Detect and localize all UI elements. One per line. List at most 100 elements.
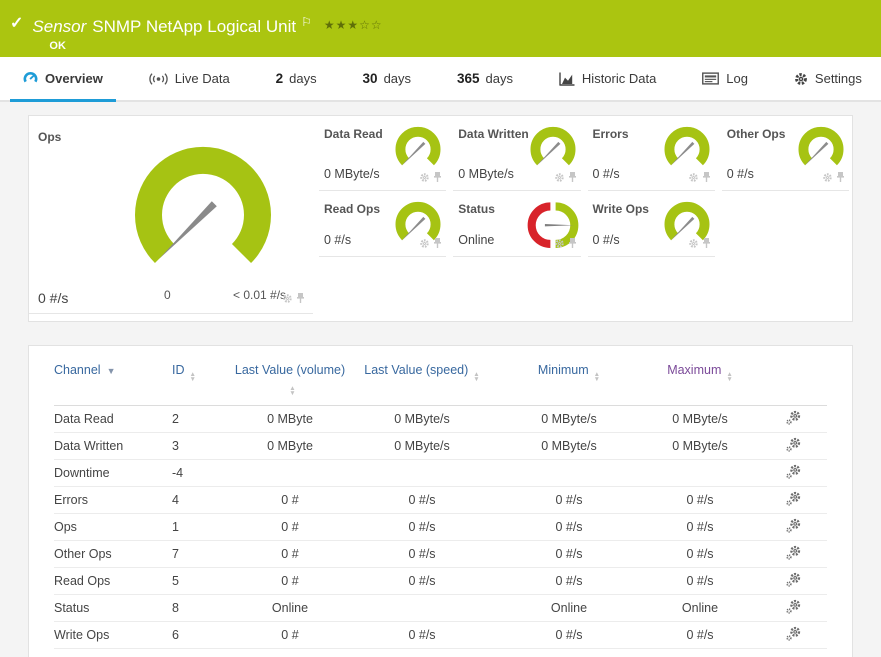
cell-last-value-volume: 0 MByte (234, 406, 346, 433)
status-badge: OK (49, 40, 382, 52)
gauge-settings-gear-icon[interactable] (822, 170, 833, 188)
channel-settings-icon[interactable] (786, 410, 801, 428)
tab-settings[interactable]: Settings (781, 57, 875, 100)
tab-365-days[interactable]: 365days (444, 57, 526, 100)
cell-actions (760, 487, 827, 514)
table-row[interactable]: Write Ops 6 0 # 0 #/s 0 #/s 0 #/s (54, 622, 827, 649)
priority-stars[interactable]: ★★★☆☆ (324, 18, 383, 32)
cell-channel: Write Ops (54, 622, 172, 649)
gauge-settings-gear-icon[interactable] (688, 236, 699, 254)
col-header-last-value-volume[interactable]: Last Value (volume)▲▼ (235, 363, 345, 391)
gauge-pin-icon[interactable] (702, 236, 711, 254)
table-row[interactable]: Errors 4 0 # 0 #/s 0 #/s 0 #/s (54, 487, 827, 514)
tab-bar: Overview Live Data 2days 30days 365days … (0, 57, 881, 102)
channel-settings-icon[interactable] (786, 464, 801, 482)
gauge-value: 0 MByte/s (458, 167, 514, 181)
cell-maximum: 0 #/s (640, 487, 760, 514)
cell-actions (760, 622, 827, 649)
sensor-kind-label: Sensor (32, 17, 86, 36)
table-row[interactable]: Ops 1 0 # 0 #/s 0 #/s 0 #/s (54, 514, 827, 541)
cell-id: 2 (172, 406, 234, 433)
table-row[interactable]: Downtime -4 (54, 460, 827, 487)
gauge-icon (23, 71, 38, 86)
gauge-settings-gear-icon[interactable] (419, 170, 430, 188)
gauge-settings-gear-icon[interactable] (282, 291, 293, 309)
cell-minimum (498, 460, 640, 487)
tab-overview[interactable]: Overview (10, 57, 116, 100)
channel-settings-icon[interactable] (786, 437, 801, 455)
cell-last-value-speed: 0 #/s (346, 541, 498, 568)
gauge-scale-min: 0 (164, 288, 171, 302)
flag-icon: ⚐ (301, 15, 312, 29)
gauge-cell: Data Read 0 MByte/s (319, 116, 446, 191)
table-header-row: Channel▼ ID▲▼ Last Value (volume)▲▼ Last… (54, 346, 827, 406)
gauge-settings-gear-icon[interactable] (688, 170, 699, 188)
gauge-pin-icon[interactable] (433, 170, 442, 188)
table-row[interactable]: Data Read 2 0 MByte 0 MByte/s 0 MByte/s … (54, 406, 827, 433)
gauge-value: 0 #/s (324, 233, 351, 247)
channel-settings-icon[interactable] (786, 491, 801, 509)
gauge-pin-icon[interactable] (702, 170, 711, 188)
gauge-value: 0 #/s (727, 167, 754, 181)
gauge-pin-icon[interactable] (296, 291, 305, 309)
cell-last-value-volume: 0 # (234, 622, 346, 649)
gauge-pin-icon[interactable] (433, 236, 442, 254)
gauge-pin-icon[interactable] (568, 236, 577, 254)
cell-last-value-speed: 0 #/s (346, 487, 498, 514)
channel-table-panel: Channel▼ ID▲▼ Last Value (volume)▲▼ Last… (28, 345, 853, 657)
cell-id: 6 (172, 622, 234, 649)
table-row[interactable]: Data Written 3 0 MByte 0 MByte/s 0 MByte… (54, 433, 827, 460)
gauge-settings-gear-icon[interactable] (419, 236, 430, 254)
cell-last-value-volume: 0 # (234, 568, 346, 595)
tab-30-days[interactable]: 30days (350, 57, 425, 100)
channel-settings-icon[interactable] (786, 545, 801, 563)
channel-table-body: Data Read 2 0 MByte 0 MByte/s 0 MByte/s … (54, 406, 827, 649)
gauge-value: Online (458, 233, 494, 247)
channel-settings-icon[interactable] (786, 518, 801, 536)
cell-channel: Status (54, 595, 172, 622)
cell-last-value-volume: Online (234, 595, 346, 622)
sensor-title-line: SensorSNMP NetApp Logical Unit⚐★★★☆☆ (32, 12, 382, 37)
cell-id: 1 (172, 514, 234, 541)
table-row[interactable]: Other Ops 7 0 # 0 #/s 0 #/s 0 #/s (54, 541, 827, 568)
cell-last-value-speed: 0 MByte/s (346, 433, 498, 460)
historic-data-icon (559, 72, 575, 86)
cell-minimum: 0 #/s (498, 622, 640, 649)
gauge-title: Data Read (324, 127, 383, 141)
cell-last-value-volume: 0 # (234, 514, 346, 541)
cell-id: 7 (172, 541, 234, 568)
gauge-scale-max: < 0.01 #/s (233, 288, 286, 302)
gauge-title: Other Ops (727, 127, 786, 141)
channel-settings-icon[interactable] (786, 599, 801, 617)
sort-icon: ▲▼ (473, 372, 479, 382)
cell-id: 8 (172, 595, 234, 622)
cell-actions (760, 595, 827, 622)
tab-historic-data[interactable]: Historic Data (546, 57, 669, 100)
cell-channel: Data Read (54, 406, 172, 433)
cell-actions (760, 514, 827, 541)
col-header-maximum[interactable]: Maximum▲▼ (667, 363, 733, 377)
tab-live-data[interactable]: Live Data (136, 57, 243, 100)
tab-log[interactable]: Log (689, 57, 761, 100)
cell-actions (760, 460, 827, 487)
primary-gauge-cell: Ops 0 < 0.01 #/s 0 #/s (29, 116, 313, 314)
gauge-pin-icon[interactable] (568, 170, 577, 188)
gauge-settings-gear-icon[interactable] (554, 236, 565, 254)
table-row[interactable]: Status 8 Online Online Online (54, 595, 827, 622)
channel-settings-icon[interactable] (786, 626, 801, 644)
col-header-id[interactable]: ID▲▼ (172, 363, 196, 377)
gauge-title: Read Ops (324, 202, 380, 216)
main-content: Ops 0 < 0.01 #/s 0 #/s Data Read (0, 102, 881, 657)
channel-settings-icon[interactable] (786, 572, 801, 590)
cell-maximum: 0 #/s (640, 514, 760, 541)
gauge-pin-icon[interactable] (836, 170, 845, 188)
sort-icon: ▲▼ (289, 386, 295, 396)
col-header-channel[interactable]: Channel▼ (54, 363, 116, 377)
log-icon (702, 72, 719, 85)
tab-2-days[interactable]: 2days (263, 57, 330, 100)
gauge-settings-gear-icon[interactable] (554, 170, 565, 188)
table-row[interactable]: Read Ops 5 0 # 0 #/s 0 #/s 0 #/s (54, 568, 827, 595)
col-header-last-value-speed[interactable]: Last Value (speed)▲▼ (364, 363, 479, 377)
gauge-title: Status (458, 202, 495, 216)
col-header-minimum[interactable]: Minimum▲▼ (538, 363, 600, 377)
